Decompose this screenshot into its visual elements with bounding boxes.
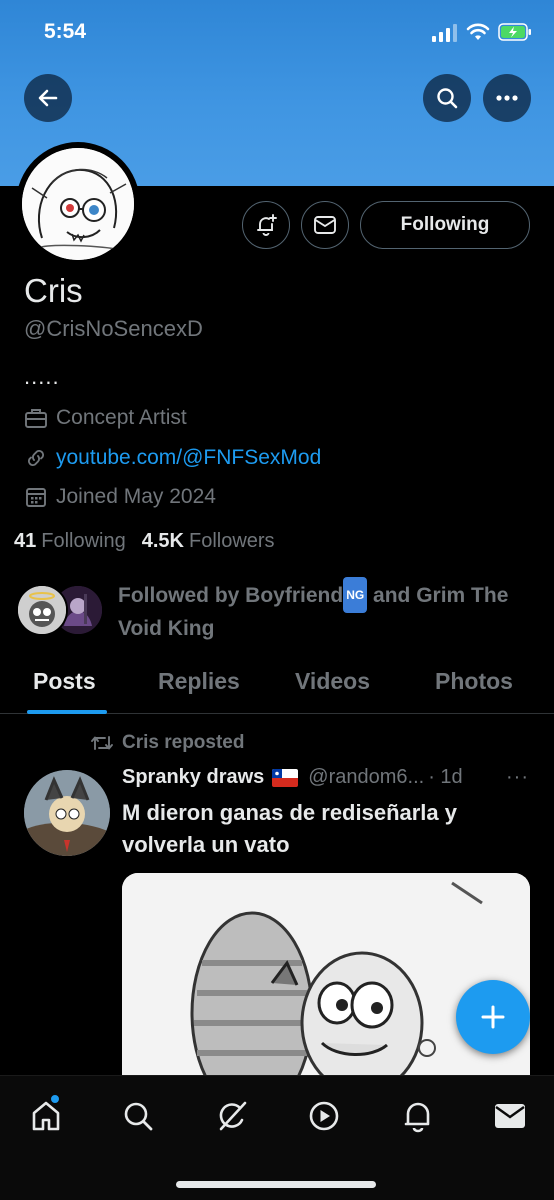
tab-videos[interactable]: Videos xyxy=(295,668,370,695)
avatar-drawing xyxy=(22,148,134,260)
following-count: 41 xyxy=(14,530,37,552)
follower-avatar-boyfriend xyxy=(16,584,68,636)
following-label: Following xyxy=(41,530,126,552)
search-icon xyxy=(124,1102,153,1131)
profile-job: Concept Artist xyxy=(24,406,187,430)
back-button[interactable] xyxy=(24,74,72,122)
profile-joined: Joined May 2024 xyxy=(24,485,216,509)
envelope-icon xyxy=(314,216,336,234)
followed-by-avatars[interactable] xyxy=(16,584,106,638)
home-notification-dot xyxy=(50,1094,60,1104)
ng-badge: NG xyxy=(343,577,368,613)
followers-count-link[interactable]: 4.5K Followers xyxy=(142,530,275,553)
profile-avatar[interactable] xyxy=(16,142,140,266)
plus-icon xyxy=(481,1005,505,1029)
following-button[interactable]: Following xyxy=(360,201,530,249)
tab-photos[interactable]: Photos xyxy=(435,668,513,695)
home-icon xyxy=(32,1101,60,1131)
active-tab-indicator xyxy=(27,710,107,714)
tab-posts[interactable]: Posts xyxy=(33,668,96,695)
profile-bio: ..... xyxy=(24,364,60,389)
search-icon xyxy=(437,88,458,109)
nav-search[interactable] xyxy=(118,1096,158,1136)
link-icon xyxy=(28,450,44,466)
post-author-name[interactable]: Spranky draws xyxy=(122,766,264,789)
profile-link[interactable]: youtube.com/@FNFSexMod xyxy=(24,446,321,470)
profile-tabs: Posts Replies Videos Photos xyxy=(0,660,554,714)
message-button[interactable] xyxy=(301,201,349,249)
profile-name: Cris xyxy=(24,272,83,309)
post-text: M dieron ganas de rediseñarla y volverla… xyxy=(122,800,458,857)
repost-icon xyxy=(91,736,113,750)
tab-replies[interactable]: Replies xyxy=(158,668,240,695)
grok-icon xyxy=(219,1101,247,1131)
profile-job-label: Concept Artist xyxy=(56,406,187,429)
briefcase-icon xyxy=(25,409,47,428)
repost-label: Cris reposted xyxy=(122,732,245,753)
home-indicator xyxy=(176,1181,376,1188)
chile-flag-icon xyxy=(272,768,299,787)
more-horizontal-icon xyxy=(496,95,518,101)
profile-joined-label: Joined May 2024 xyxy=(56,485,216,508)
profile-link-text[interactable]: youtube.com/@FNFSexMod xyxy=(56,446,321,470)
battery-icon xyxy=(498,23,531,41)
followed-by-prefix: Followed by Boyfriend xyxy=(118,584,344,607)
post-author-handle[interactable]: @random6... xyxy=(308,766,424,789)
messages-icon xyxy=(495,1104,525,1128)
nav-grok[interactable] xyxy=(212,1096,252,1136)
signal-icon xyxy=(432,24,457,42)
followers-label: Followers xyxy=(188,530,275,552)
post-time: · 1d xyxy=(428,766,463,788)
follow-counts: 41 Following 4.5K Followers xyxy=(14,530,291,553)
profile-handle: @CrisNoSencexD xyxy=(24,316,203,341)
following-count-link[interactable]: 41 Following xyxy=(14,530,126,553)
followed-by-text[interactable]: Followed by Boyfriend NG and Grim The Voi… xyxy=(118,577,538,645)
nav-home[interactable] xyxy=(26,1094,66,1136)
followers-count: 4.5K xyxy=(141,530,184,552)
post-more-button[interactable]: ··· xyxy=(506,766,529,789)
repost-indicator: Cris reposted xyxy=(90,732,244,754)
search-button[interactable] xyxy=(423,74,471,122)
notify-button[interactable] xyxy=(242,201,290,249)
nav-notifications[interactable] xyxy=(398,1096,438,1136)
bell-plus-icon xyxy=(257,214,277,236)
nav-video[interactable] xyxy=(304,1096,344,1136)
notifications-icon xyxy=(404,1102,430,1133)
more-options-button[interactable] xyxy=(483,74,531,122)
post-header: Spranky draws @random6... · 1d xyxy=(122,766,532,789)
calendar-icon xyxy=(26,488,46,507)
compose-button[interactable] xyxy=(456,980,530,1054)
status-time: 5:54 xyxy=(44,20,87,43)
arrow-left-icon xyxy=(38,89,58,107)
nav-messages[interactable] xyxy=(490,1096,530,1136)
video-icon xyxy=(309,1101,339,1131)
post-author-avatar[interactable] xyxy=(24,770,110,856)
status-bar: 5:54 xyxy=(0,0,554,66)
wifi-icon xyxy=(466,23,490,40)
